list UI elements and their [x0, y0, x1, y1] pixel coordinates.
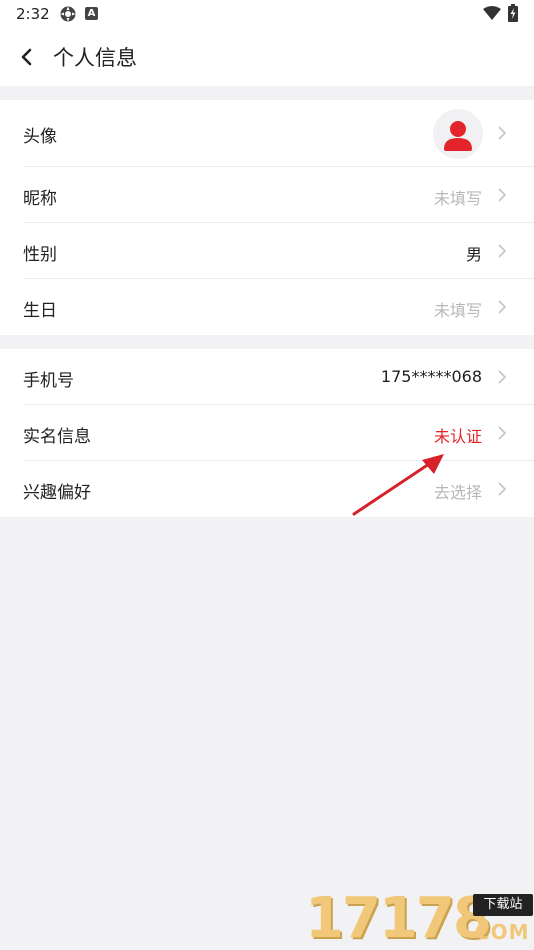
birthday-value: 未填写: [433, 301, 482, 320]
birthday-label: 生日: [23, 301, 57, 321]
nickname-value: 未填写: [433, 189, 482, 208]
birthday-row[interactable]: 生日 未填写: [0, 279, 534, 335]
wifi-icon: [483, 6, 501, 20]
real-name-row[interactable]: 实名信息 未认证: [0, 405, 534, 461]
back-chevron-icon[interactable]: [14, 44, 40, 70]
real-name-label: 实名信息: [23, 427, 91, 447]
watermark-badge: 下载站: [473, 894, 533, 916]
real-name-status: 未认证: [433, 427, 482, 446]
chevron-right-icon: [498, 188, 507, 202]
gender-row[interactable]: 性别 男: [0, 223, 534, 279]
phone-row[interactable]: 手机号 175*****068: [0, 349, 534, 405]
site-watermark: 17178 下载站 COM: [305, 888, 534, 950]
settings-gear-icon: [60, 6, 76, 22]
avatar-label: 头像: [23, 127, 57, 147]
status-bar: 2:32 A: [0, 0, 534, 28]
phone-value: 175*****068: [380, 367, 482, 386]
annotation-arrow-icon: [352, 454, 444, 516]
profile-basic-section: 头像 昵称 未填写 性别 男 生日 未填写: [0, 100, 534, 335]
battery-charging-icon: [508, 4, 518, 22]
interests-row[interactable]: 兴趣偏好 去选择: [0, 461, 534, 517]
chevron-right-icon: [498, 244, 507, 258]
gender-value: 男: [465, 245, 482, 264]
chevron-right-icon: [498, 126, 507, 140]
nickname-row[interactable]: 昵称 未填写: [0, 167, 534, 223]
chevron-right-icon: [498, 482, 507, 496]
a-badge-icon: A: [85, 7, 98, 20]
page-title: 个人信息: [53, 46, 137, 70]
phone-label: 手机号: [23, 371, 74, 391]
status-time: 2:32: [16, 5, 50, 23]
chevron-right-icon: [498, 370, 507, 384]
user-avatar-icon[interactable]: [433, 109, 483, 159]
chevron-right-icon: [498, 426, 507, 440]
avatar-row[interactable]: 头像: [0, 100, 534, 167]
watermark-digits: 17178: [305, 886, 492, 950]
page-header: 个人信息: [0, 28, 534, 86]
account-info-section: 手机号 175*****068 实名信息 未认证 兴趣偏好 去选择: [0, 349, 534, 517]
chevron-right-icon: [498, 300, 507, 314]
nickname-label: 昵称: [23, 189, 57, 209]
watermark-suffix: COM: [475, 920, 530, 944]
gender-label: 性别: [23, 245, 57, 265]
interests-label: 兴趣偏好: [23, 483, 91, 503]
